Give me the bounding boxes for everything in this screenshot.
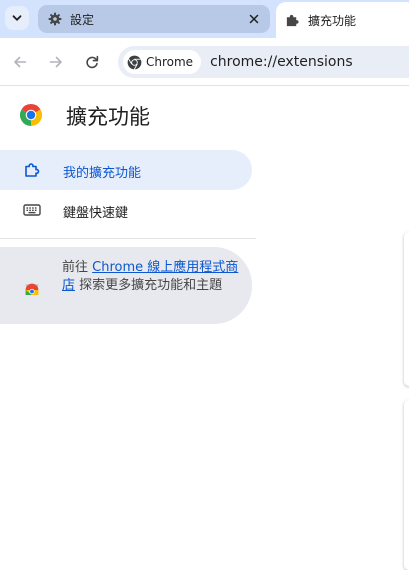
url-text[interactable]: chrome://extensions — [210, 54, 353, 70]
page-header: 擴充功能 — [0, 87, 409, 143]
chrome-logo-icon — [127, 55, 142, 70]
puzzle-icon — [286, 14, 299, 26]
tab-close-button[interactable] — [246, 11, 262, 27]
extension-card — [404, 400, 409, 570]
gear-icon — [48, 12, 62, 26]
sidebar-item-my-extensions[interactable]: 我的擴充功能 — [0, 150, 252, 190]
address-bar[interactable]: Chrome chrome://extensions — [118, 46, 409, 78]
puzzle-outline-icon — [22, 160, 42, 180]
site-info-chip[interactable]: Chrome — [123, 50, 202, 74]
webstore-promo-text: 前往 Chrome 線上應用程式商店 探索更多擴充功能和主題 — [62, 259, 240, 295]
chrome-logo-icon — [19, 103, 43, 126]
webstore-suffix: 探索更多擴充功能和主題 — [75, 278, 223, 293]
tab-extensions[interactable]: 擴充功能 — [276, 2, 409, 38]
arrow-left-icon — [14, 56, 27, 68]
webstore-prefix: 前往 — [62, 260, 93, 275]
toolbar: Chrome chrome://extensions — [0, 38, 409, 86]
site-chip-label: Chrome — [146, 55, 194, 69]
sidebar-item-keyboard-shortcuts[interactable]: 鍵盤快速鍵 — [0, 190, 252, 230]
sidebar-item-label: 我的擴充功能 — [63, 166, 142, 181]
chrome-web-store-icon — [25, 283, 39, 295]
tab-settings[interactable]: 設定 — [38, 5, 270, 33]
reload-icon — [86, 55, 99, 69]
forward-button[interactable] — [44, 50, 68, 74]
chevron-down-icon — [12, 15, 22, 21]
reload-button[interactable] — [80, 50, 104, 74]
tab-search-button[interactable] — [5, 6, 29, 30]
keyboard-icon — [22, 200, 42, 220]
sidebar-item-label: 鍵盤快速鍵 — [63, 206, 129, 221]
page-title: 擴充功能 — [66, 105, 150, 129]
sidebar-divider — [0, 238, 256, 239]
back-button[interactable] — [8, 50, 32, 74]
arrow-right-icon — [49, 56, 62, 68]
tab-title: 設定 — [70, 12, 95, 27]
webstore-promo: 前往 Chrome 線上應用程式商店 探索更多擴充功能和主題 — [0, 247, 252, 324]
tab-title: 擴充功能 — [308, 13, 357, 28]
extension-card — [404, 232, 409, 386]
tab-strip: 設定 擴充功能 — [0, 0, 409, 38]
close-icon — [249, 14, 259, 24]
